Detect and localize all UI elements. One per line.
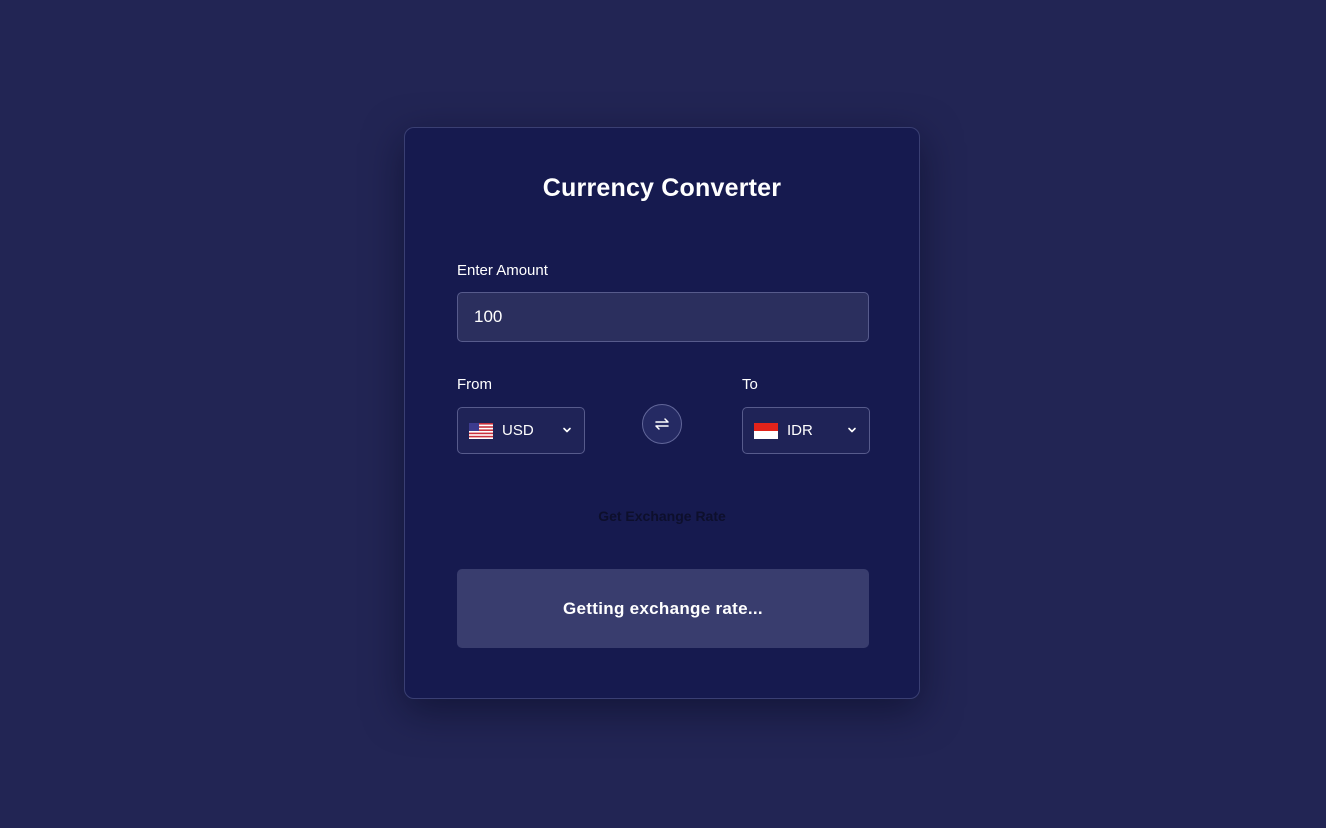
to-currency-code: IDR [787,422,813,439]
chevron-down-icon [848,427,856,433]
us-flag-icon [469,422,493,439]
from-currency-select[interactable]: USD [457,407,585,454]
indonesia-flag-icon [754,422,778,439]
exchange-rate-result: Getting exchange rate... [457,569,869,648]
to-label: To [742,376,758,393]
from-currency-code: USD [502,422,534,439]
amount-input[interactable] [457,292,869,342]
get-exchange-rate-button[interactable]: Get Exchange Rate [405,508,919,524]
swap-arrows-icon [655,418,669,430]
currency-converter-card: Currency Converter Enter Amount From USD… [404,127,920,699]
amount-label: Enter Amount [457,262,548,279]
from-label: From [457,376,492,393]
swap-currencies-button[interactable] [642,404,682,444]
chevron-down-icon [563,427,571,433]
page-title: Currency Converter [542,174,782,202]
exchange-rate-status: Getting exchange rate... [563,598,763,618]
to-currency-select[interactable]: IDR [742,407,870,454]
